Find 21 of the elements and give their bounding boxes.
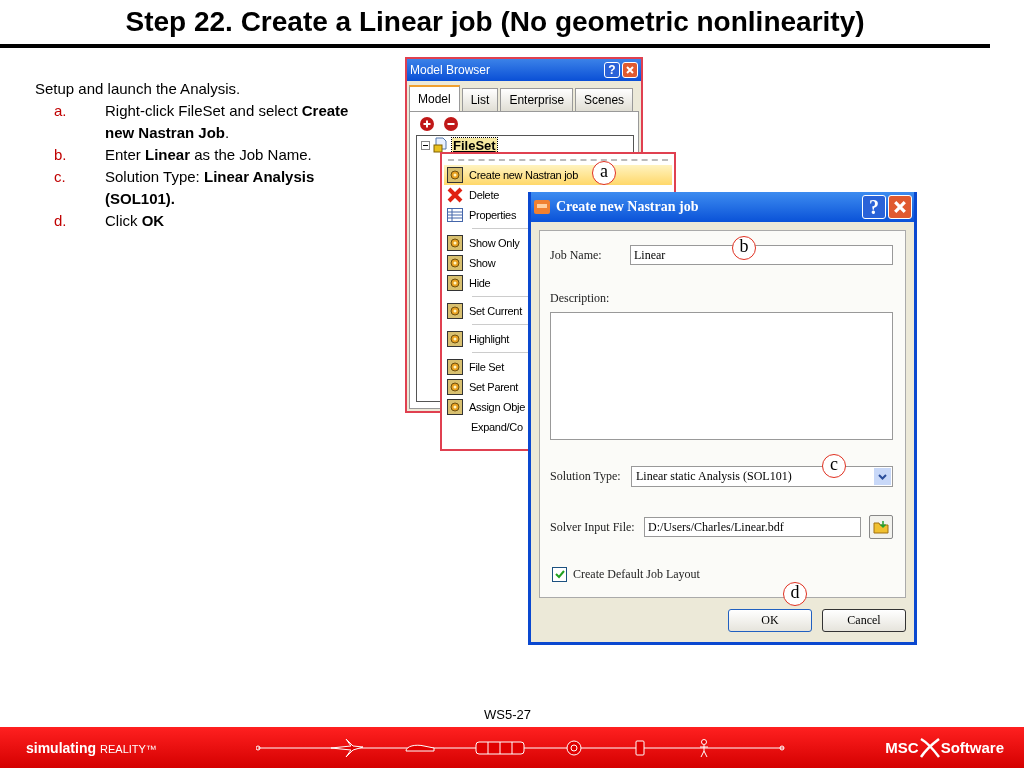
- checkbox-label: Create Default Job Layout: [573, 567, 700, 582]
- step-marker: b.: [53, 145, 68, 165]
- logo-text: MSC: [885, 739, 919, 756]
- step-text: Right-click FileSet and select Create new Nastran Job.: [105, 101, 350, 143]
- field-label: Description:: [550, 291, 611, 306]
- step-text: Enter Linear as the Job Name.: [105, 145, 313, 165]
- field-label: Solution Type:: [550, 469, 622, 484]
- step-marker: c.: [53, 167, 67, 187]
- tagline: simulating REALITY™: [26, 739, 157, 756]
- page-number: WS5-27: [484, 707, 531, 722]
- step-text: Solution Type: Linear Analysis (SOL101).: [105, 167, 316, 209]
- step-marker: d.: [53, 211, 68, 231]
- window-title: Create new Nastran job: [556, 199, 700, 215]
- window-title: Model Browser: [410, 63, 491, 77]
- slide-title: Step 22. Create a Linear job (No geometric nonlinearity): [124, 5, 866, 39]
- step-marker: a.: [53, 101, 68, 121]
- logo-text: Software: [940, 739, 1004, 756]
- intro-text: Setup and launch the Analysis.: [35, 79, 242, 99]
- step-text: Click OK: [105, 211, 166, 231]
- field-label: Job Name:: [550, 247, 603, 263]
- field-label: Solver Input File:: [550, 519, 636, 535]
